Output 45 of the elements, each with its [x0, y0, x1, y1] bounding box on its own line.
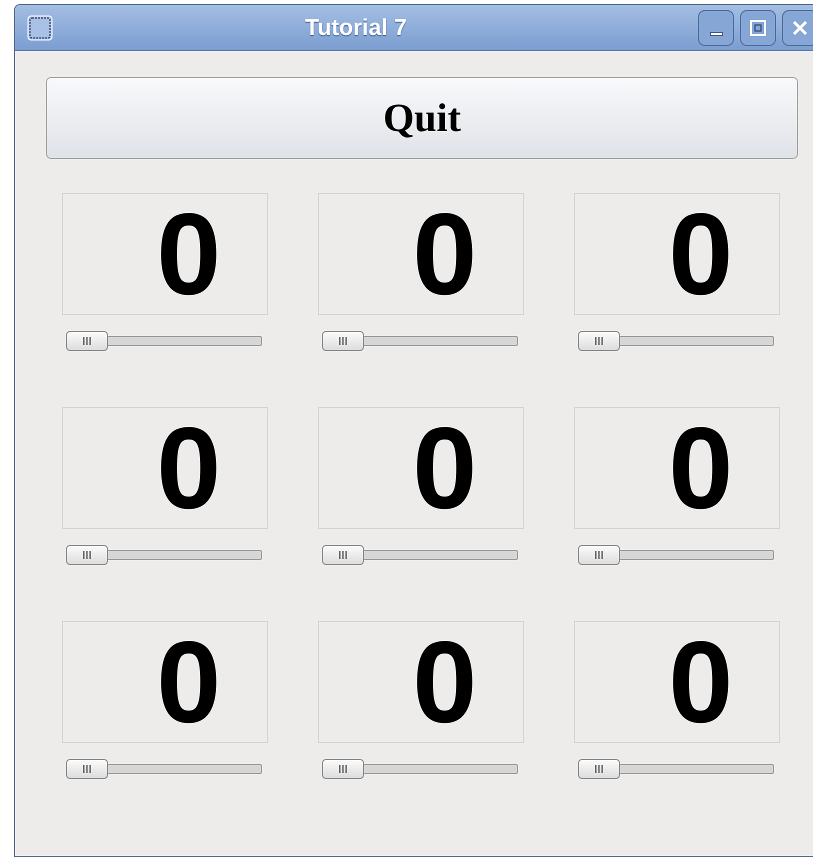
- close-button[interactable]: [782, 10, 813, 46]
- grip-icon: [82, 765, 92, 773]
- slider[interactable]: [578, 545, 774, 565]
- slider[interactable]: [578, 331, 774, 351]
- grip-icon: [338, 765, 348, 773]
- minimize-icon: [710, 32, 722, 36]
- slider-handle[interactable]: [66, 545, 108, 565]
- maximize-icon: [750, 20, 766, 36]
- slider[interactable]: [322, 545, 518, 565]
- lcd-value: 0: [668, 410, 733, 526]
- minimize-button[interactable]: [698, 10, 734, 46]
- grip-icon: [594, 337, 604, 345]
- slider[interactable]: [66, 759, 262, 779]
- slider-handle[interactable]: [66, 331, 108, 351]
- grip-icon: [338, 337, 348, 345]
- quit-button[interactable]: Quit: [46, 77, 798, 159]
- grip-icon: [594, 551, 604, 559]
- slider[interactable]: [578, 759, 774, 779]
- slider[interactable]: [66, 331, 262, 351]
- slider-handle[interactable]: [322, 759, 364, 779]
- slider-handle[interactable]: [66, 759, 108, 779]
- slider-handle[interactable]: [578, 759, 620, 779]
- slider-handle[interactable]: [578, 545, 620, 565]
- window-menu-icon[interactable]: [27, 14, 53, 40]
- slider[interactable]: [322, 759, 518, 779]
- lcd-value: 0: [668, 624, 733, 740]
- grip-icon: [338, 551, 348, 559]
- slider-handle[interactable]: [322, 331, 364, 351]
- close-icon: [792, 20, 808, 36]
- grip-icon: [594, 765, 604, 773]
- lcd-value: 0: [156, 624, 221, 740]
- lcd-value: 0: [412, 624, 477, 740]
- window-title: Tutorial 7: [305, 13, 407, 42]
- slider-handle[interactable]: [578, 331, 620, 351]
- grip-icon: [82, 551, 92, 559]
- slider[interactable]: [66, 545, 262, 565]
- grip-icon: [82, 337, 92, 345]
- slider[interactable]: [322, 331, 518, 351]
- lcd-value: 0: [412, 196, 477, 312]
- maximize-button[interactable]: [740, 10, 776, 46]
- lcd-value: 0: [668, 196, 733, 312]
- lcd-value: 0: [156, 410, 221, 526]
- lcd-value: 0: [412, 410, 477, 526]
- slider-handle[interactable]: [322, 545, 364, 565]
- lcd-value: 0: [156, 196, 221, 312]
